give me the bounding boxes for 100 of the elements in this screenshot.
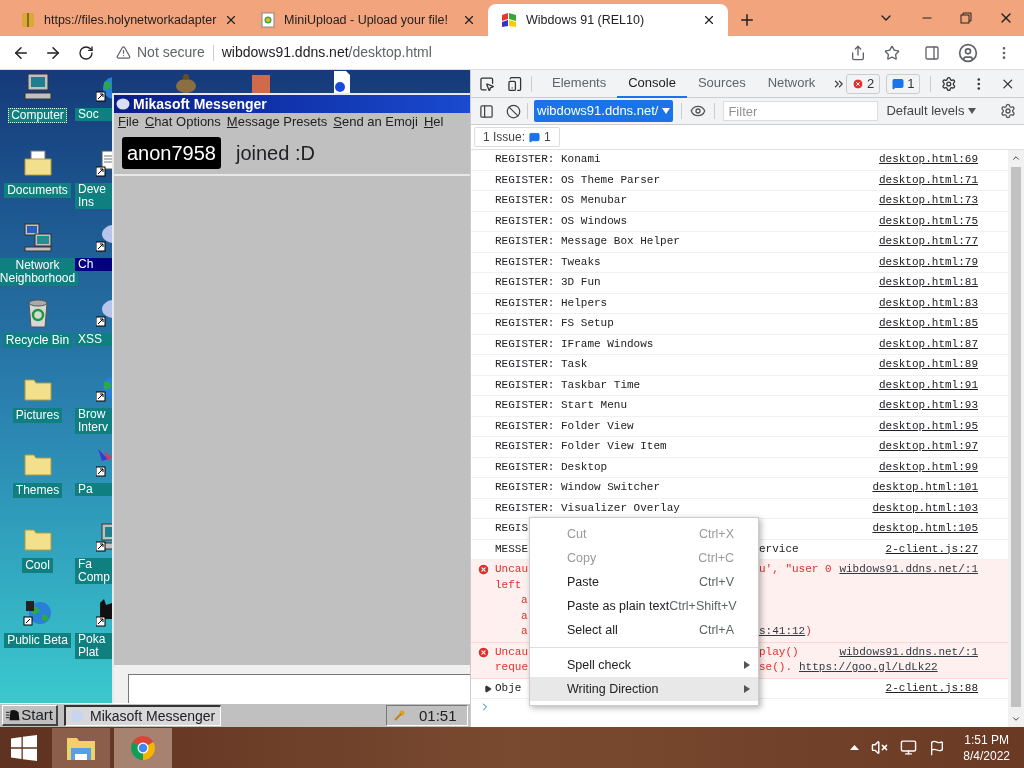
menu-item[interactable]: Chat Options (144, 114, 221, 130)
menu-item[interactable]: Paste Ctrl+V (530, 570, 758, 594)
scrollbar[interactable] (1008, 150, 1024, 727)
scroll-down-icon[interactable] (1011, 714, 1021, 724)
icon-label[interactable]: Brow Interv (75, 408, 112, 434)
browser-tab[interactable]: MiniUpload - Upload your file! (248, 4, 488, 36)
start-button[interactable]: Start (2, 705, 58, 726)
warning-icon[interactable] (116, 45, 131, 60)
source-link[interactable]: 2-client.js:88 (885, 680, 978, 696)
show-hidden-icons-icon[interactable] (850, 745, 860, 750)
source-link[interactable]: desktop.html:99 (878, 459, 978, 475)
message-input[interactable] (128, 674, 470, 703)
menu-item[interactable]: Writing Direction (530, 677, 758, 701)
source-link[interactable]: 2-client.js:27 (885, 541, 978, 557)
log-link[interactable]: https://goo.gl/LdLk22 (799, 660, 938, 676)
source-link[interactable]: desktop.html:91 (878, 377, 978, 393)
task-button[interactable]: Mikasoft Messenger (64, 705, 221, 726)
source-link[interactable]: desktop.html:73 (878, 193, 978, 209)
source-link[interactable]: desktop.html:93 (878, 398, 978, 414)
bookmark-star-icon[interactable] (884, 44, 900, 61)
icon-label[interactable]: Public Beta (4, 633, 71, 648)
icon-label[interactable]: Pa (75, 483, 112, 496)
message-count-badge[interactable]: 1 (886, 73, 921, 94)
source-link[interactable]: desktop.html:71 (878, 172, 978, 188)
source-link[interactable]: wibdows91.ddns.net/:1 (839, 562, 978, 578)
source-link[interactable]: desktop.html:101 (872, 480, 978, 496)
source-link[interactable]: desktop.html:87 (878, 336, 978, 352)
settings-icon[interactable] (941, 75, 957, 92)
menu-item[interactable]: Spell check (530, 653, 758, 677)
menu-item[interactable]: Send an Emoji (333, 114, 418, 130)
log-text: REGISTER: Tweaks (495, 255, 601, 268)
browser-tab[interactable]: Wibdows 91 (REL10) (488, 4, 728, 36)
icon-label[interactable]: Poka Plat (75, 633, 112, 659)
inspect-icon[interactable] (479, 75, 495, 92)
source-link[interactable]: desktop.html:97 (878, 439, 978, 455)
share-icon[interactable] (850, 44, 866, 61)
source-link[interactable]: desktop.html:79 (878, 254, 978, 270)
source-link[interactable]: desktop.html:95 (878, 418, 978, 434)
devtools-tab[interactable]: Elements (541, 69, 618, 98)
flag-icon[interactable] (929, 739, 946, 756)
issues-button[interactable]: 1 Issue: 1 (474, 127, 560, 147)
side-panel-icon[interactable] (924, 44, 940, 61)
new-tab-icon[interactable] (738, 11, 756, 29)
scrollbar-thumb[interactable] (1011, 167, 1021, 707)
log-text: REGISTER: IFrame Windows (495, 337, 654, 350)
icon-label[interactable]: Deve Ins (75, 183, 112, 209)
devtools-tab[interactable]: Network (756, 69, 827, 98)
icon-label[interactable]: Soc (75, 108, 112, 121)
expand-triangle-icon[interactable] (484, 684, 492, 693)
context-select[interactable]: wibdows91.ddns.net/ (534, 100, 674, 122)
taskbar-app[interactable] (52, 727, 110, 768)
reload-icon[interactable] (78, 44, 94, 61)
source-link[interactable]: desktop.html:77 (878, 234, 978, 250)
settings-icon[interactable] (1000, 103, 1016, 119)
source-link[interactable]: desktop.html:83 (878, 295, 978, 311)
icon-label[interactable]: XSS (75, 333, 112, 346)
icon-label[interactable]: Ch (75, 258, 112, 271)
source-link[interactable]: desktop.html:105 (872, 521, 978, 537)
icon-label[interactable]: Recycle Bin (2, 333, 73, 348)
browser-tab[interactable]: https://files.holynetworkadapter (8, 4, 248, 36)
menu-item[interactable]: Hel (423, 114, 444, 130)
windows-logo-icon[interactable] (11, 734, 37, 761)
menu-item[interactable]: Paste as plain textCtrl+Shift+V (530, 594, 758, 618)
levels-dropdown[interactable]: Default levels (886, 101, 977, 121)
clock[interactable]: 1:51 PM 8/4/2022 (963, 731, 1010, 764)
eye-icon[interactable] (690, 103, 707, 119)
source-link[interactable]: desktop.html:85 (878, 316, 978, 332)
security-label[interactable]: Not secure (137, 42, 205, 63)
url-text[interactable]: wibdows91.ddns.net/desktop.html (221, 42, 432, 63)
close-icon[interactable] (462, 13, 476, 27)
source-link[interactable]: desktop.html:89 (878, 357, 978, 373)
icon-label[interactable]: Computer (8, 108, 67, 123)
network-icon[interactable] (900, 739, 918, 756)
icon-label[interactable]: Network Neighborhood (0, 258, 79, 286)
menu-item[interactable]: Message Presets (226, 114, 328, 130)
filter-field[interactable]: Filter (723, 101, 879, 121)
device-icon[interactable] (506, 75, 523, 92)
source-link[interactable]: desktop.html:81 (878, 275, 978, 291)
scroll-up-icon[interactable] (1011, 153, 1021, 163)
source-link[interactable]: desktop.html:75 (878, 213, 978, 229)
profile-icon[interactable] (958, 42, 978, 63)
icon-label[interactable]: Fa Comp (75, 558, 112, 584)
restore-icon[interactable] (960, 12, 972, 24)
source-link[interactable]: desktop.html:103 (872, 500, 978, 516)
icon-label[interactable]: Documents (4, 183, 71, 198)
menu-item[interactable]: Select all Ctrl+A (530, 618, 758, 642)
sidebar-toggle-icon[interactable] (479, 103, 494, 119)
error-count-badge[interactable]: 2 (845, 73, 881, 94)
muted-speaker-icon[interactable] (871, 739, 889, 756)
clear-console-icon[interactable] (506, 103, 521, 119)
close-icon[interactable] (702, 13, 716, 27)
source-link[interactable]: desktop.html:69 (878, 152, 978, 168)
icon-label[interactable]: Pictures (12, 408, 63, 423)
menu-item[interactable]: File (118, 114, 139, 130)
devtools-tab[interactable]: Sources (686, 69, 757, 98)
taskbar-app[interactable] (114, 727, 172, 768)
icon-label[interactable]: Cool (22, 558, 53, 573)
source-link[interactable]: wibdows91.ddns.net/:1 (839, 644, 978, 660)
icon-label[interactable]: Themes (12, 483, 63, 498)
log-link[interactable]: s:41:12 (759, 624, 806, 640)
